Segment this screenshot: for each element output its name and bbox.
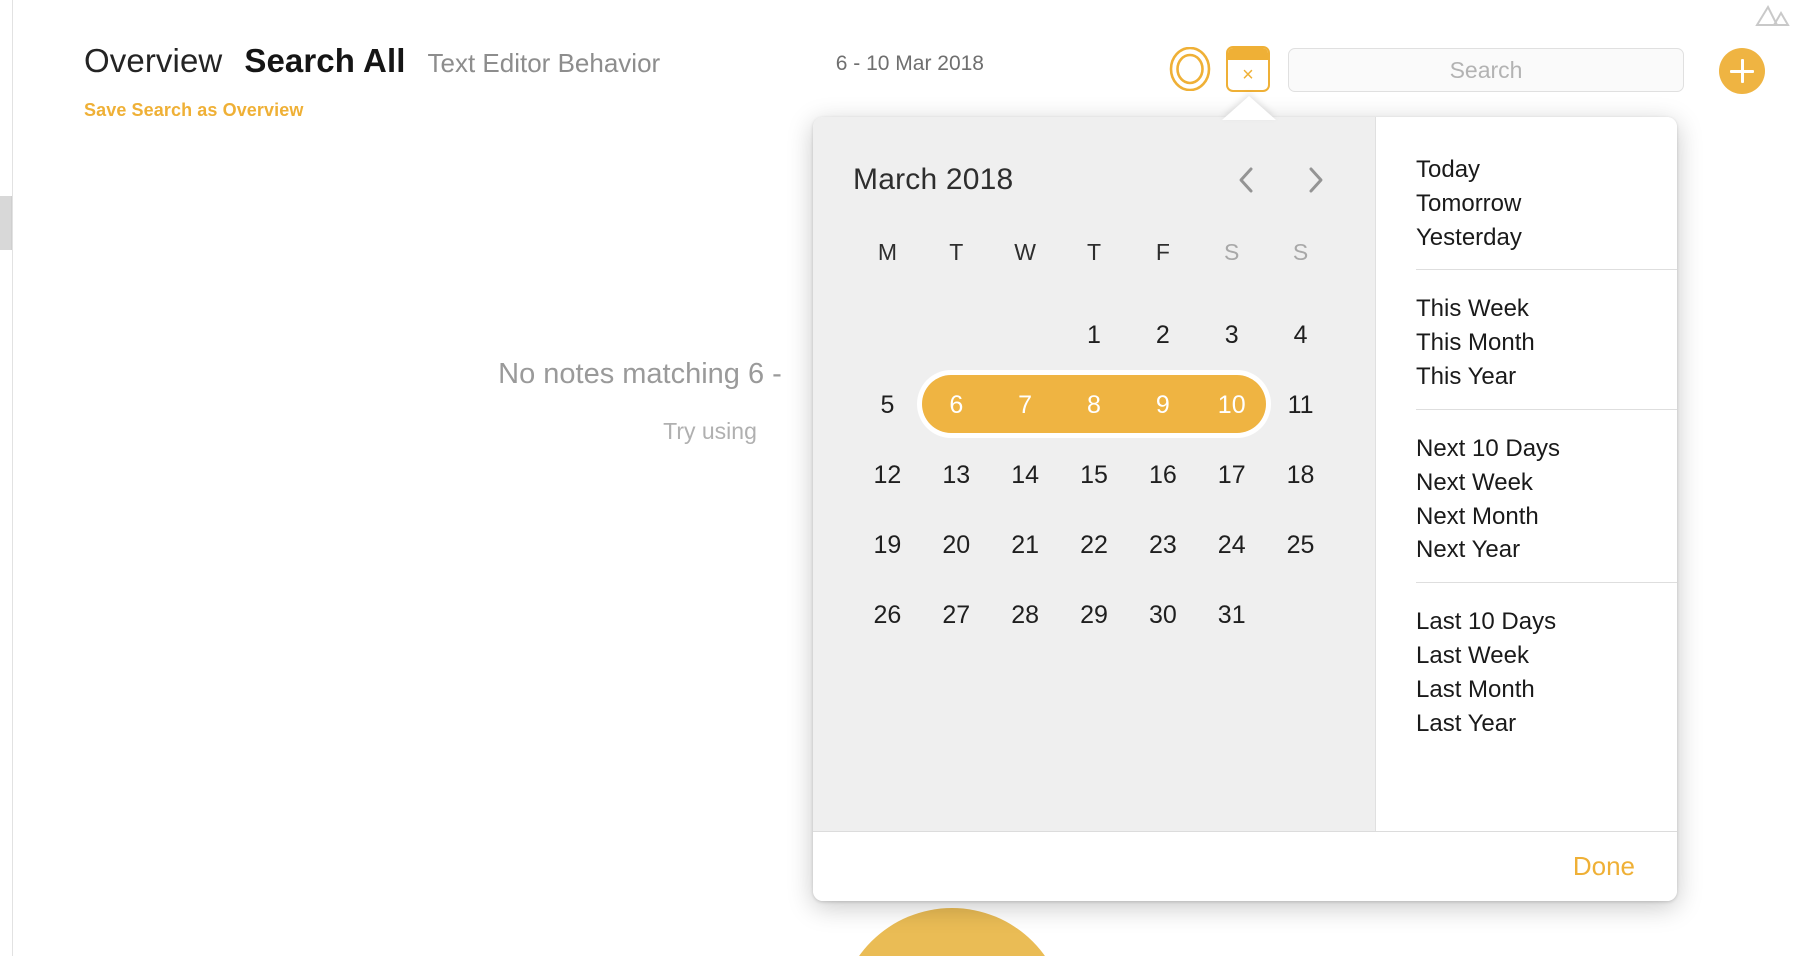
image-placeholder-icon bbox=[1755, 2, 1791, 28]
calendar-day[interactable]: 31 bbox=[1197, 601, 1266, 630]
preset-item[interactable]: Next 10 Days bbox=[1416, 432, 1677, 466]
preset-list: Today Tomorrow Yesterday This Week This Mont… bbox=[1376, 117, 1677, 831]
weekday-label: M bbox=[877, 239, 897, 265]
add-note-button[interactable] bbox=[1719, 48, 1765, 94]
preset-item[interactable]: Last Month bbox=[1416, 673, 1677, 707]
calendar-day[interactable]: 3 bbox=[1197, 321, 1266, 350]
page-context-label: Text Editor Behavior bbox=[427, 48, 661, 78]
calendar-day[interactable]: 15 bbox=[1060, 461, 1129, 490]
calendar-day[interactable]: 17 bbox=[1197, 461, 1266, 490]
app-root: Overview Search All Text Editor Behavior… bbox=[0, 0, 1804, 956]
calendar-day[interactable]: 1 bbox=[1060, 321, 1129, 350]
preset-group: This Week This Month This Year bbox=[1416, 269, 1677, 408]
preset-item[interactable]: Last Year bbox=[1416, 707, 1677, 741]
calendar-header: March 2018 bbox=[853, 163, 1335, 197]
calendar-week-row: 12 13 14 15 16 17 18 bbox=[853, 440, 1335, 510]
calendar-day[interactable]: 30 bbox=[1128, 601, 1197, 630]
page-header: Overview Search All Text Editor Behavior bbox=[84, 42, 660, 80]
calendar-day[interactable]: 12 bbox=[853, 461, 922, 490]
weekday-label: S bbox=[1292, 239, 1309, 265]
preset-item[interactable]: Last 10 Days bbox=[1416, 605, 1677, 639]
calendar-day[interactable]: 19 bbox=[853, 531, 922, 560]
preset-item[interactable]: Today bbox=[1416, 153, 1677, 187]
calendar-day[interactable]: 23 bbox=[1128, 531, 1197, 560]
calendar-day[interactable]: 4 bbox=[1266, 321, 1335, 350]
popover-arrow bbox=[1222, 96, 1276, 120]
calendar-day[interactable]: 7 bbox=[991, 391, 1060, 420]
sidebar-divider bbox=[12, 0, 13, 956]
calendar-day[interactable]: 22 bbox=[1060, 531, 1129, 560]
calendar-nav-group bbox=[1235, 165, 1335, 195]
preset-item[interactable]: This Month bbox=[1416, 326, 1677, 360]
calendar-day[interactable]: 13 bbox=[922, 461, 991, 490]
calendar-day[interactable]: 24 bbox=[1197, 531, 1266, 560]
weekday-label: W bbox=[1014, 239, 1036, 265]
popover-body: March 2018 M T W T F S S 1 2 3 4 5 6 7 8 9… bbox=[813, 117, 1677, 831]
preset-group: Today Tomorrow Yesterday bbox=[1416, 153, 1677, 269]
calendar-day[interactable]: 11 bbox=[1266, 391, 1335, 420]
preset-item[interactable]: Next Year bbox=[1416, 533, 1677, 567]
calendar-day[interactable]: 9 bbox=[1128, 391, 1197, 420]
calendar-day[interactable]: 16 bbox=[1128, 461, 1197, 490]
search-placeholder: Search bbox=[1449, 56, 1523, 83]
weekday-label: T bbox=[949, 239, 964, 265]
date-range-label: 6 - 10 Mar 2018 bbox=[835, 52, 984, 75]
search-input[interactable]: Search bbox=[1288, 48, 1684, 92]
calendar-day[interactable]: 14 bbox=[991, 461, 1060, 490]
sidebar-resize-handle[interactable] bbox=[0, 196, 12, 250]
preset-item[interactable]: This Year bbox=[1416, 360, 1677, 394]
calendar-pane: March 2018 M T W T F S S 1 2 3 4 5 6 7 8 9… bbox=[813, 117, 1376, 831]
calendar-icon-x-glyph: × bbox=[1242, 64, 1254, 86]
calendar-week-row: 5 6 7 8 9 10 11 bbox=[853, 370, 1335, 440]
calendar-weekday-row: MTWTFSS bbox=[853, 239, 1335, 266]
calendar-day[interactable]: 20 bbox=[922, 531, 991, 560]
chevron-right-icon[interactable] bbox=[1305, 165, 1327, 195]
preset-item[interactable]: Next Month bbox=[1416, 500, 1677, 534]
calendar-day[interactable]: 29 bbox=[1060, 601, 1129, 630]
calendar-day[interactable]: 28 bbox=[991, 601, 1060, 630]
calendar-day[interactable]: 10 bbox=[1197, 391, 1266, 420]
weekday-label: T bbox=[1086, 239, 1102, 265]
page-title: Search All bbox=[244, 42, 406, 79]
calendar-day[interactable]: 8 bbox=[1060, 391, 1129, 420]
calendar-day[interactable]: 21 bbox=[991, 531, 1060, 560]
calendar-grid: 1 2 3 4 5 6 7 8 9 10 11 12 13 14 15 16 17 18 19 20 21 22 23 24 2… bbox=[853, 300, 1335, 650]
calendar-day[interactable]: 5 bbox=[853, 391, 922, 420]
calendar-day[interactable]: 6 bbox=[922, 391, 991, 420]
calendar-week-row: 19 20 21 22 23 24 25 bbox=[853, 510, 1335, 580]
calendar-day[interactable]: 18 bbox=[1266, 461, 1335, 490]
decorative-orb bbox=[838, 908, 1066, 956]
preset-group: Next 10 Days Next Week Next Month Next Year bbox=[1416, 408, 1677, 582]
preset-item[interactable]: Last Week bbox=[1416, 639, 1677, 673]
calendar-week-row: 26 27 28 29 30 31 bbox=[853, 580, 1335, 650]
calendar-day[interactable]: 27 bbox=[922, 601, 991, 630]
circle-outline-icon[interactable] bbox=[1168, 46, 1212, 92]
calendar-clear-icon[interactable]: × bbox=[1226, 46, 1270, 92]
preset-item[interactable]: Next Week bbox=[1416, 466, 1677, 500]
calendar-month-title: March 2018 bbox=[853, 163, 1014, 196]
calendar-week-row: 1234 bbox=[853, 300, 1335, 370]
weekday-label: F bbox=[1155, 239, 1170, 265]
calendar-day[interactable]: 25 bbox=[1266, 531, 1335, 560]
preset-item[interactable]: This Week bbox=[1416, 292, 1677, 326]
done-button[interactable]: Done bbox=[1573, 851, 1635, 882]
breadcrumb-overview[interactable]: Overview bbox=[84, 42, 222, 80]
date-range-popover: March 2018 M T W T F S S 1 2 3 4 5 6 7 8 9… bbox=[813, 117, 1677, 901]
calendar-icon-header bbox=[1228, 48, 1268, 60]
calendar-day[interactable]: 2 bbox=[1128, 321, 1197, 350]
weekday-label: S bbox=[1224, 239, 1240, 265]
save-search-as-overview-link[interactable]: Save Search as Overview bbox=[84, 100, 303, 121]
preset-item[interactable]: Tomorrow bbox=[1416, 187, 1677, 221]
popover-footer: Done bbox=[813, 831, 1677, 901]
preset-item[interactable]: Yesterday bbox=[1416, 221, 1677, 255]
calendar-day[interactable]: 26 bbox=[853, 601, 922, 630]
preset-group: Last 10 Days Last Week Last Month Last Year bbox=[1416, 582, 1677, 755]
chevron-left-icon[interactable] bbox=[1235, 165, 1257, 195]
